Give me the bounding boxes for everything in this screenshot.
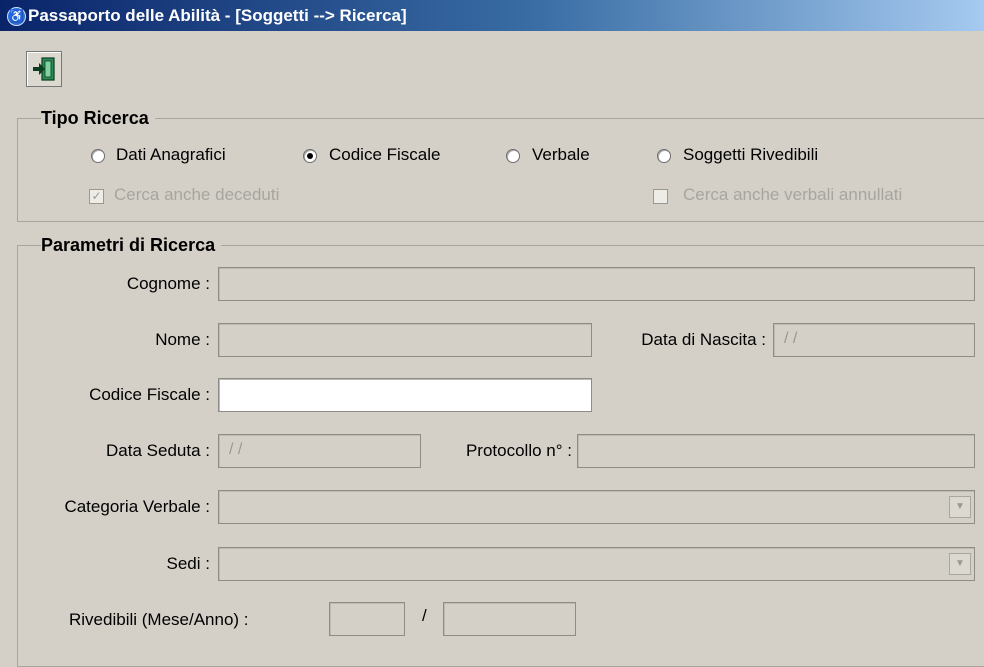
rivedibili-label: Rivedibili (Mese/Anno) : (69, 610, 249, 629)
cognome-field[interactable] (218, 267, 975, 301)
rivedibili-anno-field[interactable] (443, 602, 576, 636)
codice-fiscale-field[interactable] (218, 378, 592, 412)
parametri-ricerca-legend: Parametri di Ricerca (41, 235, 222, 256)
radio-label-verbale[interactable]: Verbale (532, 145, 590, 165)
rivedibili-mese-field[interactable] (329, 602, 405, 636)
rivedibili-separator: / (422, 606, 427, 625)
radio-codice-fiscale[interactable] (303, 149, 317, 163)
sedi-select[interactable]: ▼ (218, 547, 975, 581)
protocollo-field[interactable] (577, 434, 975, 468)
checkbox-label-cerca-deceduti: Cerca anche deceduti (114, 185, 280, 204)
protocollo-label: Protocollo n° : (465, 441, 572, 460)
data-nascita-field[interactable]: / / (773, 323, 975, 357)
nome-label: Nome : (155, 330, 210, 349)
data-seduta-field[interactable]: / / (218, 434, 421, 468)
tipo-ricerca-group: Tipo Ricerca (17, 108, 984, 222)
radio-dati-anagrafici[interactable] (91, 149, 105, 163)
exit-button[interactable] (26, 51, 62, 87)
sedi-label: Sedi : (166, 554, 210, 573)
cognome-label: Cognome : (126, 274, 210, 293)
codice-fiscale-label: Codice Fiscale : (89, 385, 210, 404)
radio-soggetti-rivedibili[interactable] (657, 149, 671, 163)
categoria-verbale-select[interactable]: ▼ (218, 490, 975, 524)
checkbox-cerca-annullati[interactable] (653, 189, 668, 204)
exit-door-icon (33, 57, 55, 81)
title-bar: ♿ Passaporto delle Abilità - [Soggetti -… (0, 0, 984, 31)
tipo-ricerca-legend: Tipo Ricerca (41, 108, 155, 129)
nome-field[interactable] (218, 323, 592, 357)
checkbox-label-cerca-annullati: Cerca anche verbali annullati (683, 185, 903, 204)
data-seduta-label: Data Seduta : (106, 441, 210, 460)
chevron-down-icon[interactable]: ▼ (949, 553, 971, 575)
radio-label-dati-anagrafici[interactable]: Dati Anagrafici (116, 145, 226, 165)
checkbox-cerca-deceduti[interactable]: ✓ (89, 189, 104, 204)
radio-label-soggetti-rivedibili[interactable]: Soggetti Rivedibili (683, 145, 818, 165)
radio-verbale[interactable] (506, 149, 520, 163)
data-nascita-label: Data di Nascita : (641, 330, 766, 349)
chevron-down-icon[interactable]: ▼ (949, 496, 971, 518)
wheelchair-icon: ♿ (7, 7, 26, 26)
categoria-verbale-label: Categoria Verbale : (64, 497, 210, 516)
radio-label-codice-fiscale[interactable]: Codice Fiscale (329, 145, 441, 165)
window-title: Passaporto delle Abilità - [Soggetti -->… (28, 6, 407, 25)
